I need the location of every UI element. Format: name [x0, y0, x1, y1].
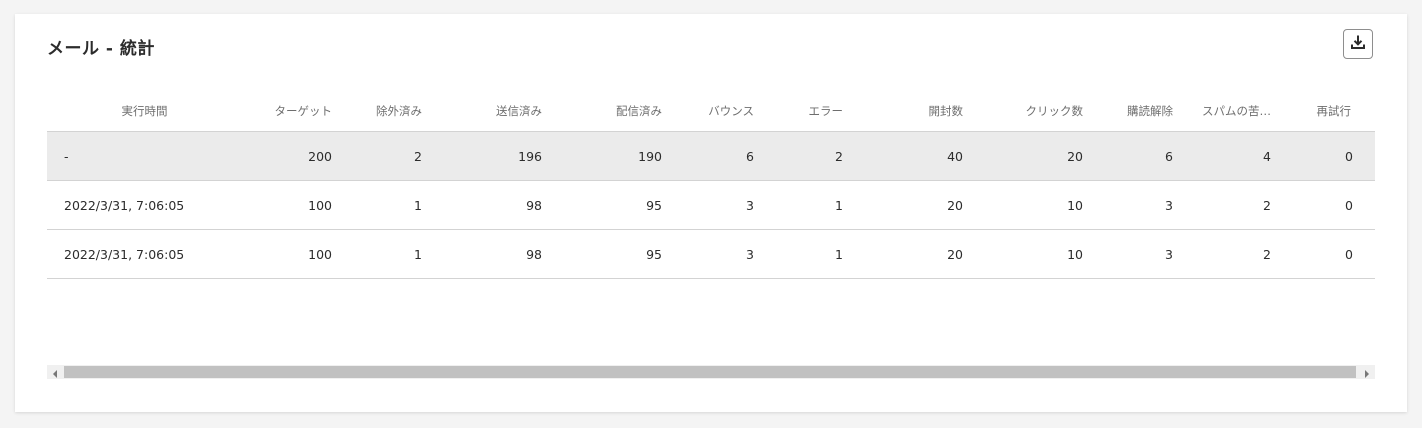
table-cell: 98 — [422, 229, 542, 279]
column-header-sent[interactable]: 送信済み — [422, 90, 542, 132]
column-header-delivered[interactable]: 配信済み — [542, 90, 662, 132]
table-cell: 100 — [242, 180, 332, 230]
table-cell: 190 — [542, 131, 662, 181]
table-cell: 2 — [1173, 229, 1271, 279]
table-row: 2022/3/31, 7:06:05 100 1 98 95 3 1 20 10… — [47, 229, 1375, 279]
stats-table-container: 実行時間 ターゲット 除外済み 送信済み 配信済み バウンス エラー 開封数 ク… — [47, 90, 1375, 380]
table-cell: 2 — [754, 131, 843, 181]
table-cell: 20 — [843, 180, 963, 230]
stats-table: 実行時間 ターゲット 除外済み 送信済み 配信済み バウンス エラー 開封数 ク… — [47, 90, 1375, 279]
column-header-bounce[interactable]: バウンス — [662, 90, 754, 132]
download-button[interactable] — [1343, 29, 1373, 59]
table-cell: 196 — [422, 131, 542, 181]
table-cell: 20 — [843, 229, 963, 279]
table-cell: 1 — [332, 180, 422, 230]
table-cell: 0 — [1271, 229, 1375, 279]
table-cell: 3 — [662, 180, 754, 230]
table-cell: 3 — [1083, 180, 1173, 230]
download-icon — [1350, 34, 1366, 54]
table-cell: 200 — [242, 131, 332, 181]
table-cell: 6 — [1083, 131, 1173, 181]
column-header-clicks[interactable]: クリック数 — [963, 90, 1084, 132]
table-header-row: 実行時間 ターゲット 除外済み 送信済み 配信済み バウンス エラー 開封数 ク… — [47, 90, 1375, 132]
table-cell: 1 — [754, 229, 843, 279]
table-cell: 1 — [332, 229, 422, 279]
column-header-excluded[interactable]: 除外済み — [332, 90, 422, 132]
column-header-target[interactable]: ターゲット — [242, 90, 333, 132]
scroll-left-button[interactable] — [47, 365, 63, 379]
table-cell: 3 — [662, 229, 754, 279]
table-cell: - — [47, 131, 242, 181]
table-cell: 95 — [542, 180, 662, 230]
table-cell: 4 — [1173, 131, 1271, 181]
table-cell: 100 — [242, 229, 332, 279]
table-cell: 2 — [332, 131, 422, 181]
table-cell: 40 — [843, 131, 963, 181]
table-row: 2022/3/31, 7:06:05 100 1 98 95 3 1 20 10… — [47, 180, 1375, 230]
chevron-left-icon — [52, 363, 58, 382]
column-header-retries[interactable]: 再試行 — [1271, 90, 1375, 132]
table-cell: 20 — [963, 131, 1083, 181]
column-header-unsubscribes[interactable]: 購読解除 — [1083, 90, 1173, 132]
table-cell: 0 — [1271, 180, 1375, 230]
table-row-total: - 200 2 196 190 6 2 40 20 6 4 0 — [47, 131, 1375, 181]
scrollbar-thumb[interactable] — [64, 366, 1356, 378]
table-cell: 2022/3/31, 7:06:05 — [47, 180, 242, 230]
table-cell: 98 — [422, 180, 542, 230]
column-header-opens[interactable]: 開封数 — [843, 90, 964, 132]
table-cell: 95 — [542, 229, 662, 279]
horizontal-scrollbar[interactable] — [47, 365, 1375, 379]
panel-title: メール - 統計 — [47, 39, 155, 59]
table-cell: 2022/3/31, 7:06:05 — [47, 229, 242, 279]
table-cell: 3 — [1083, 229, 1173, 279]
table-cell: 1 — [754, 180, 843, 230]
column-header-error[interactable]: エラー — [754, 90, 844, 132]
table-cell: 10 — [963, 180, 1083, 230]
scroll-right-button[interactable] — [1359, 365, 1375, 379]
column-header-run-time[interactable]: 実行時間 — [47, 90, 242, 132]
column-header-spam-complaints[interactable]: スパムの苦… — [1173, 90, 1271, 132]
stats-panel: メール - 統計 実行時間 ターゲット 除外済み 送信済み 配信済み バウンス … — [15, 14, 1407, 412]
chevron-right-icon — [1364, 363, 1370, 382]
table-cell: 10 — [963, 229, 1083, 279]
table-cell: 2 — [1173, 180, 1271, 230]
table-cell: 0 — [1271, 131, 1375, 181]
table-cell: 6 — [662, 131, 754, 181]
